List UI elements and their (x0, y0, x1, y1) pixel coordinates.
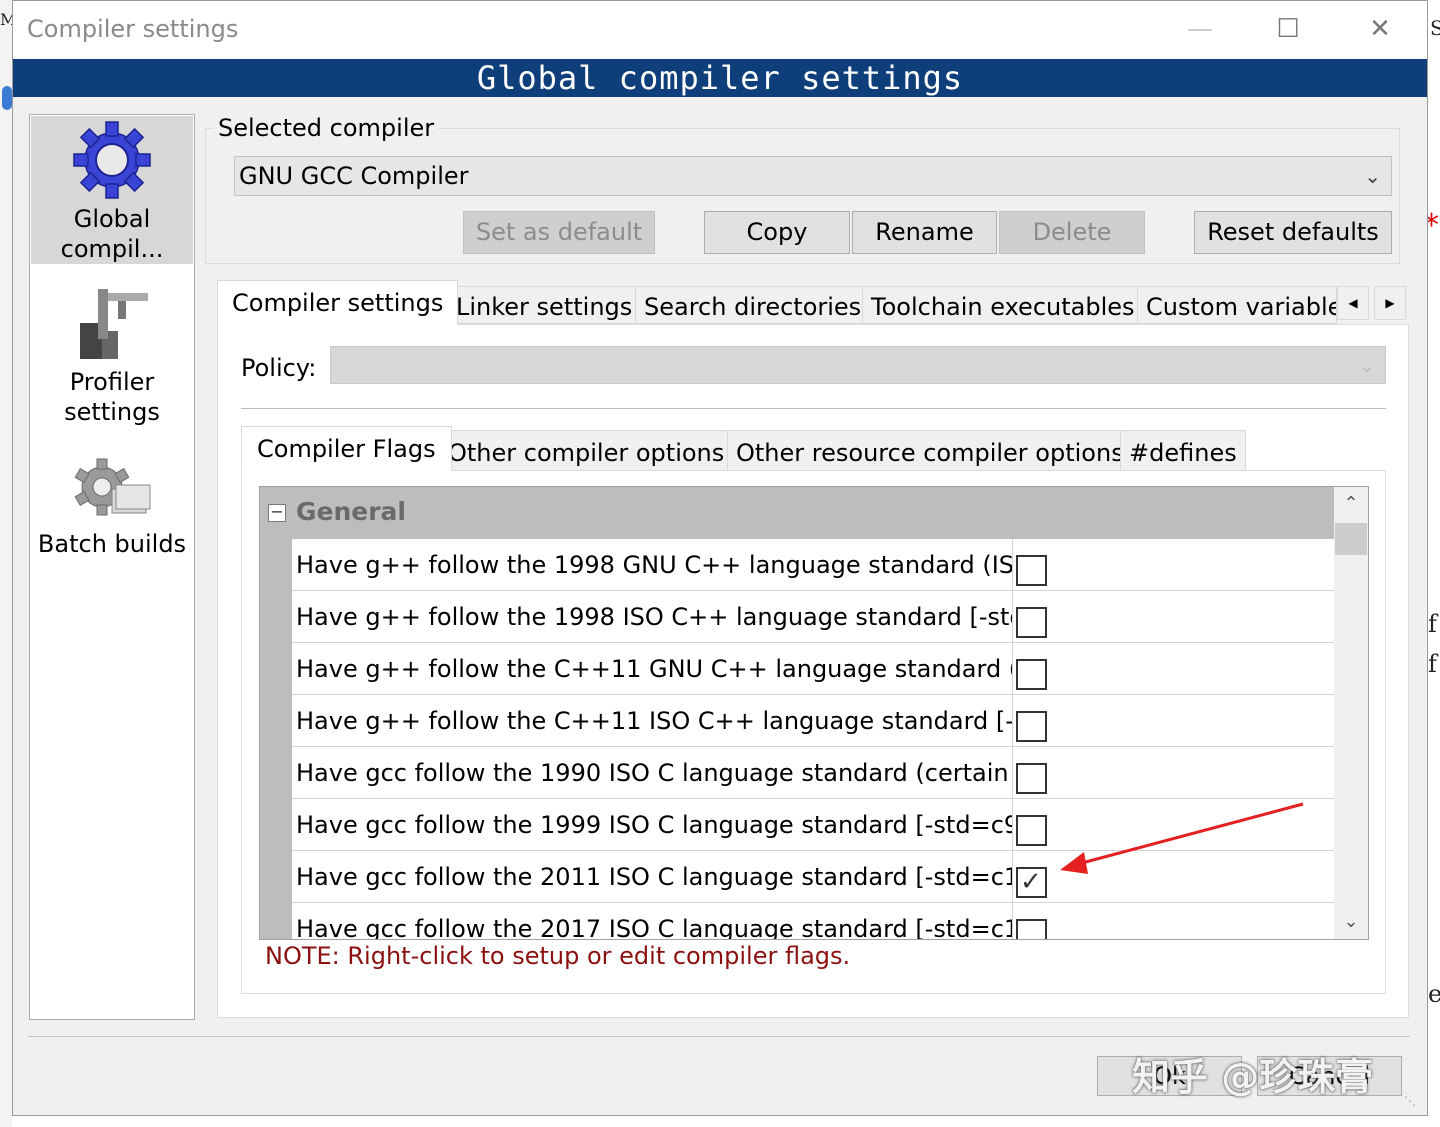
flag-label: Have gcc follow the 1999 ISO C language … (296, 811, 1012, 839)
tab-defines[interactable]: #defines (1120, 430, 1246, 471)
vertical-scrollbar[interactable]: ⌃ ⌄ (1334, 487, 1368, 939)
settings-nav-panel: Global compil... Profiler settings Batch… (29, 114, 195, 1020)
row-divider (1012, 539, 1013, 591)
flag-row[interactable]: Have gcc follow the 1999 ISO C language … (292, 799, 1334, 851)
compiler-flags-grid: − General Have g++ follow the 1998 GNU C… (259, 486, 1369, 940)
background-text-fragment: f (1428, 650, 1437, 678)
tab-linker-settings[interactable]: Linker settings (447, 286, 642, 324)
right-click-note: NOTE: Right-click to setup or edit compi… (265, 942, 851, 970)
background-text-fragment: f (1428, 610, 1437, 638)
tab-scroll-right-button[interactable]: ▶ (1374, 286, 1406, 320)
row-divider (1012, 591, 1013, 643)
set-as-default-button[interactable]: Set as default (463, 211, 655, 254)
collapse-icon[interactable]: − (268, 504, 286, 522)
gear-icon (73, 121, 151, 199)
delete-button[interactable]: Delete (999, 211, 1145, 254)
nav-item-label: Global compil... (60, 205, 164, 263)
flag-checkbox[interactable] (1016, 607, 1047, 638)
selected-compiler-label: Selected compiler (214, 114, 439, 142)
tab-search-directories[interactable]: Search directories (635, 286, 871, 324)
nav-item-batch-builds[interactable]: Batch builds (31, 455, 193, 565)
window-title: Compiler settings (27, 15, 239, 43)
row-divider (1012, 747, 1013, 799)
tab-compiler-settings[interactable]: Compiler settings (217, 280, 459, 325)
chevron-down-icon: ⌄ (1358, 353, 1375, 377)
flag-row[interactable]: Have gcc follow the 2011 ISO C language … (292, 851, 1334, 903)
flag-label: Have gcc follow the 2017 ISO C language … (296, 915, 1012, 940)
tab-other-resource-compiler-options[interactable]: Other resource compiler options (727, 430, 1133, 471)
flag-checkbox[interactable] (1016, 815, 1047, 846)
category-label: General (296, 497, 406, 526)
flag-checkbox[interactable] (1016, 711, 1047, 742)
nav-item-label: Batch builds (37, 530, 187, 558)
scroll-thumb[interactable] (1335, 523, 1367, 555)
flag-row[interactable]: Have g++ follow the 1998 GNU C++ languag… (292, 539, 1334, 591)
row-divider (1012, 851, 1013, 903)
triangle-left-icon: ◀ (1348, 296, 1358, 310)
checkmark-icon: ✓ (1020, 867, 1042, 897)
maximize-button[interactable]: ☐ (1265, 9, 1311, 49)
title-bar[interactable]: Compiler settings — ☐ ✕ (13, 1, 1427, 59)
watermark-text: 知乎 @珍珠膏 (1132, 1055, 1374, 1099)
background-window-left: Ma (0, 0, 26, 1127)
flag-label: Have gcc follow the 2011 ISO C language … (296, 863, 1012, 891)
flag-label: Have g++ follow the C++11 GNU C++ langua… (296, 655, 1012, 683)
flag-label: Have g++ follow the C++11 ISO C++ langua… (296, 707, 1012, 735)
tab-scroll-left-button[interactable]: ◀ (1337, 286, 1369, 320)
row-divider (1012, 799, 1013, 851)
caliper-icon (80, 289, 148, 359)
scroll-down-button[interactable]: ⌄ (1334, 905, 1368, 939)
flag-label: Have g++ follow the 1998 GNU C++ languag… (296, 551, 1012, 579)
background-text-fragment: S (1430, 16, 1440, 40)
chevron-down-icon: ⌄ (1364, 164, 1381, 188)
rename-button[interactable]: Rename (852, 211, 997, 254)
flag-checkbox[interactable]: ✓ (1016, 867, 1047, 898)
tab-compiler-flags[interactable]: Compiler Flags (241, 426, 452, 471)
flag-row[interactable]: Have g++ follow the C++11 GNU C++ langua… (292, 643, 1334, 695)
flag-row[interactable]: Have g++ follow the C++11 ISO C++ langua… (292, 695, 1334, 747)
compiler-select[interactable]: GNU GCC Compiler ⌄ (234, 156, 1392, 196)
row-divider (1012, 695, 1013, 747)
flag-checkbox[interactable] (1016, 555, 1047, 586)
background-icon-fragment (2, 86, 12, 110)
flag-row[interactable]: Have g++ follow the 1998 ISO C++ languag… (292, 591, 1334, 643)
category-row-general[interactable]: − General (260, 487, 1334, 539)
flag-label: Have g++ follow the 1998 ISO C++ languag… (296, 603, 1012, 631)
tab-toolchain-executables[interactable]: Toolchain executables (862, 286, 1144, 324)
nav-item-profiler-settings[interactable]: Profiler settings (31, 283, 193, 433)
close-button[interactable]: ✕ (1357, 9, 1403, 49)
resize-grip-icon[interactable]: ⋱ (1404, 1094, 1422, 1112)
background-text-fragment: e (1428, 980, 1440, 1008)
scroll-up-button[interactable]: ⌃ (1334, 487, 1368, 521)
bottom-separator (28, 1036, 1410, 1037)
nav-item-global-compiler[interactable]: Global compil... (31, 116, 193, 264)
nav-item-label: Profiler settings (64, 368, 160, 426)
compiler-select-value: GNU GCC Compiler (239, 162, 469, 190)
row-divider (1012, 643, 1013, 695)
flag-checkbox[interactable] (1016, 919, 1047, 939)
triangle-right-icon: ▶ (1385, 296, 1395, 310)
flag-row[interactable]: Have gcc follow the 1990 ISO C language … (292, 747, 1334, 799)
flag-label: Have gcc follow the 1990 ISO C language … (296, 759, 1012, 787)
separator (241, 408, 1386, 409)
flag-row[interactable]: Have gcc follow the 2017 ISO C language … (292, 903, 1334, 940)
minimize-button[interactable]: — (1177, 9, 1223, 49)
flag-checkbox[interactable] (1016, 659, 1047, 690)
flag-checkbox[interactable] (1016, 763, 1047, 794)
policy-select[interactable]: ⌄ (330, 346, 1386, 384)
reset-defaults-button[interactable]: Reset defaults (1194, 211, 1392, 254)
tab-other-compiler-options[interactable]: Other compiler options (439, 430, 734, 471)
batch-gear-icon (74, 458, 151, 516)
row-divider (1012, 903, 1013, 939)
background-window-right: S f f e (1428, 0, 1440, 1127)
tab-custom-variables[interactable]: Custom variables (1137, 286, 1337, 324)
grid-gutter (260, 539, 292, 939)
policy-label: Policy: (241, 354, 317, 382)
page-banner: Global compiler settings (13, 59, 1427, 97)
copy-button[interactable]: Copy (704, 211, 850, 254)
